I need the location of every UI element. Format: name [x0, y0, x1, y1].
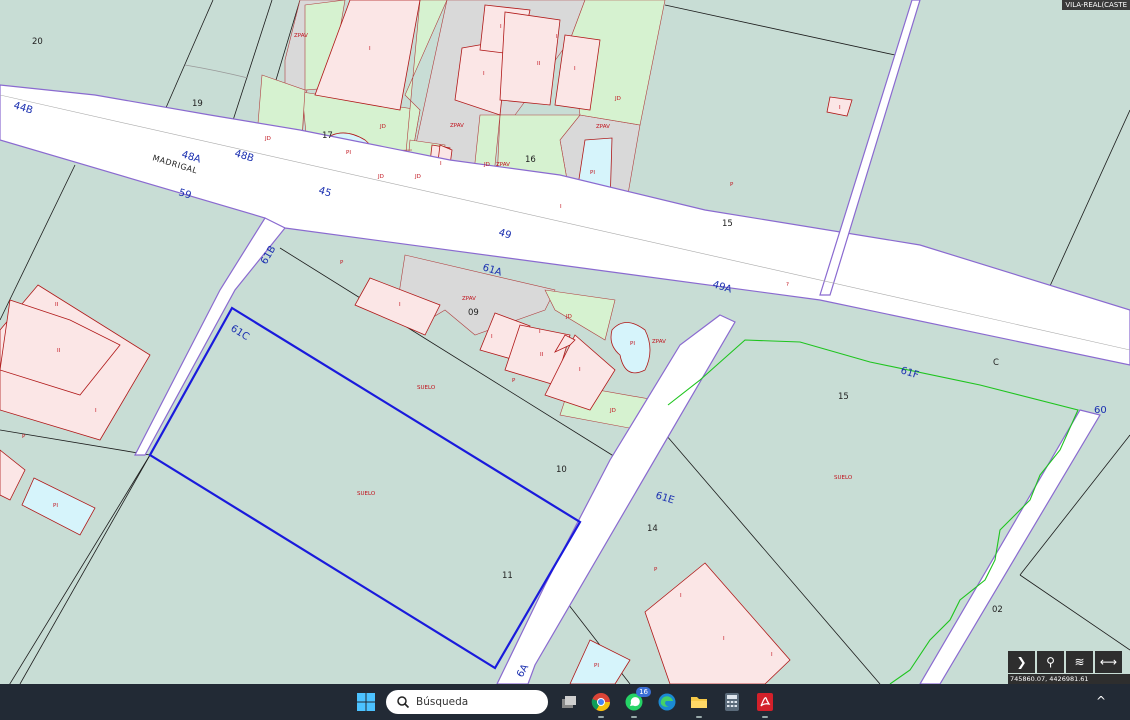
- land-use-label: ZPAV: [462, 296, 476, 302]
- street-letter-label: C: [993, 358, 999, 368]
- storey-label: ?: [786, 282, 789, 288]
- measure-tool-button[interactable]: ⟷: [1095, 651, 1122, 673]
- land-use-label: JD: [414, 174, 421, 180]
- pool-label: PI: [630, 341, 635, 347]
- parcel-number-20: 20: [32, 37, 43, 47]
- pool-label: PI: [346, 150, 351, 156]
- municipality-label: VILA-REAL(CASTE: [1062, 0, 1130, 10]
- parcel-number-14: 14: [647, 524, 658, 534]
- coordinate-readout: 745860.07, 4426981.61: [1008, 674, 1130, 684]
- parcel-number-16: 16: [525, 155, 536, 165]
- block-code-60: 60: [1094, 405, 1107, 416]
- parcel-number-15-north: 15: [722, 219, 733, 229]
- land-use-label: ZPAV: [294, 33, 308, 39]
- calculator-icon: [725, 693, 739, 711]
- parcel-number-11: 11: [502, 571, 513, 581]
- parcel-number-15-east: 15: [838, 392, 849, 402]
- land-use-label: JD: [609, 408, 616, 414]
- acrobat-app-button[interactable]: [754, 691, 776, 718]
- map-toolbar: ❯ ⚲ ≋ ⟷: [1008, 651, 1122, 673]
- chevron-right-icon: ❯: [1016, 655, 1027, 669]
- search-icon: [397, 696, 410, 709]
- taskbar: Búsqueda 16 ^: [0, 684, 1130, 720]
- parcel-number-19: 19: [192, 99, 203, 109]
- whatsapp-badge: 16: [636, 687, 651, 697]
- chrome-icon: [591, 693, 610, 712]
- start-button[interactable]: [356, 692, 376, 712]
- windows-logo-icon: [357, 693, 375, 711]
- storey-label: II: [537, 61, 541, 67]
- chrome-app-button[interactable]: [590, 691, 612, 718]
- tray-chevron-icon[interactable]: ^: [1096, 694, 1106, 708]
- parcel-number-02: 02: [992, 605, 1003, 615]
- land-use-label: ZPAV: [496, 162, 510, 168]
- cadastral-map[interactable]: MADRIGAL C 20 19 17 16 15 09 10 11 14 15…: [0, 0, 1130, 684]
- storey-label: II: [540, 352, 544, 358]
- horizontal-arrows-icon: ⟷: [1099, 655, 1118, 669]
- file-explorer-button[interactable]: [688, 691, 710, 718]
- layers-tool-button[interactable]: ≋: [1066, 651, 1093, 673]
- folder-icon: [691, 697, 707, 708]
- land-use-label: SUELO: [417, 385, 436, 391]
- parcel-number-10: 10: [556, 465, 567, 475]
- land-use-label: JD: [379, 124, 386, 130]
- pool-label: PI: [53, 503, 58, 509]
- land-use-label: ZPAV: [652, 339, 666, 345]
- search-placeholder: Búsqueda: [416, 696, 469, 708]
- edge-app-button[interactable]: [656, 691, 678, 713]
- pdf-icon: [757, 693, 773, 711]
- calculator-app-button[interactable]: [721, 691, 743, 713]
- expand-tool-button[interactable]: ❯: [1008, 651, 1035, 673]
- pool-label: PI: [594, 663, 599, 669]
- whatsapp-app-button[interactable]: 16: [623, 687, 651, 718]
- land-use-label: SUELO: [357, 491, 376, 497]
- land-use-label: SUELO: [834, 475, 853, 481]
- land-use-label: JD: [565, 314, 572, 320]
- land-use-label: JD: [483, 162, 490, 168]
- parcel-number-17: 17: [322, 131, 333, 141]
- edge-icon: [658, 693, 676, 711]
- storey-label: II: [57, 348, 61, 354]
- taskbar-search-input[interactable]: Búsqueda: [386, 690, 548, 714]
- magnifier-icon: ⚲: [1046, 655, 1055, 669]
- pool-label: PI: [590, 170, 595, 176]
- zoom-tool-button[interactable]: ⚲: [1037, 651, 1064, 673]
- layers-icon: ≋: [1074, 655, 1085, 669]
- land-use-label: JD: [377, 174, 384, 180]
- land-use-label: ZPAV: [596, 124, 610, 130]
- storey-label: II: [55, 302, 59, 308]
- land-use-label: JD: [614, 96, 621, 102]
- task-view-button[interactable]: [558, 691, 580, 713]
- land-use-label: ZPAV: [450, 123, 464, 129]
- parcel-number-09: 09: [468, 308, 479, 318]
- task-view-icon: [562, 696, 576, 708]
- land-use-label: JD: [264, 136, 271, 142]
